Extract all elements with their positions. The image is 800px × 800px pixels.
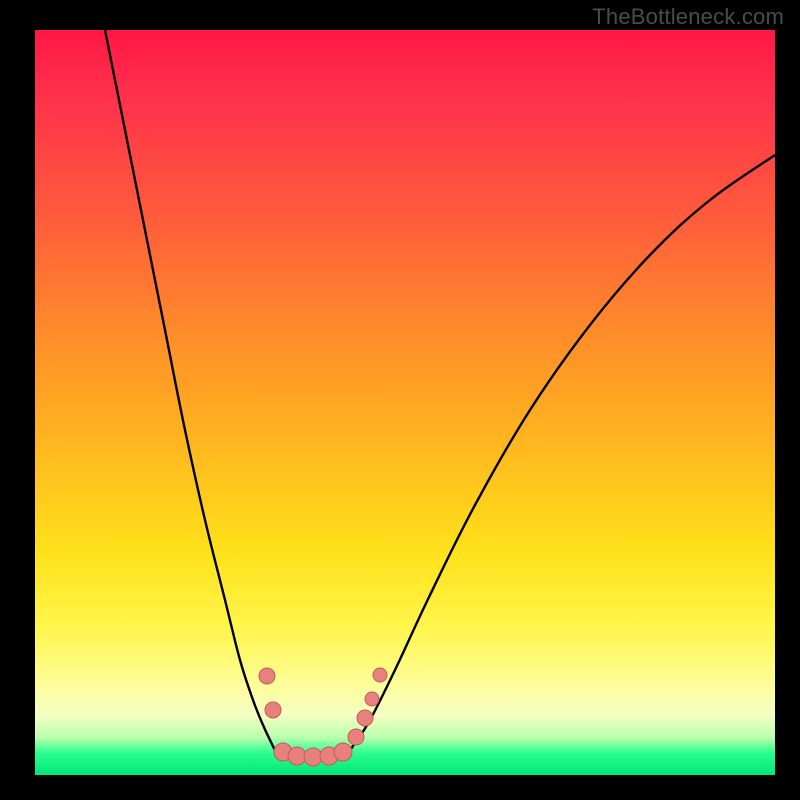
data-marker (259, 668, 275, 684)
bottleneck-curve (105, 30, 775, 757)
data-marker (265, 702, 281, 718)
data-markers (259, 668, 387, 766)
chart-frame: TheBottleneck.com (0, 0, 800, 800)
data-marker (334, 743, 352, 761)
plot-area (35, 30, 775, 775)
data-marker (304, 748, 322, 766)
data-marker (373, 668, 387, 682)
data-marker (365, 692, 379, 706)
watermark-text: TheBottleneck.com (592, 4, 784, 30)
data-marker (348, 729, 364, 745)
data-marker (357, 710, 373, 726)
chart-svg (35, 30, 775, 775)
data-marker (288, 747, 306, 765)
